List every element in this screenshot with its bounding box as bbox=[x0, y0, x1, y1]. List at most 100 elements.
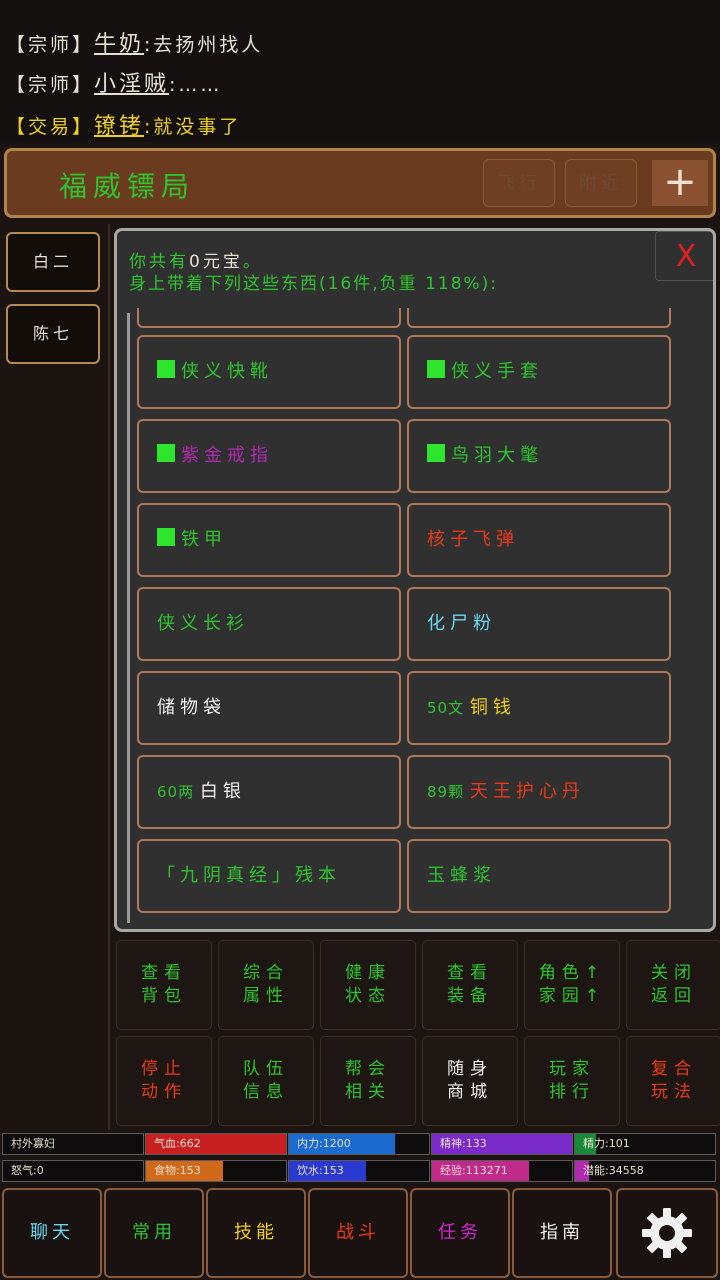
inventory-summary: 身上带着下列这些东西(16件,负重 118%): bbox=[129, 274, 499, 294]
inventory-item[interactable]: 储物袋 bbox=[137, 671, 401, 745]
action-button[interactable]: 复合 玩法 bbox=[626, 1036, 720, 1126]
item-name: 白银 bbox=[199, 781, 246, 802]
status-label: 精神:133 bbox=[440, 1137, 487, 1150]
npc-item[interactable]: 白二 bbox=[6, 232, 100, 292]
inventory-item[interactable]: 铁甲 bbox=[137, 503, 401, 577]
equipped-marker-icon bbox=[157, 444, 175, 462]
item-name: 玉蜂浆 bbox=[427, 865, 496, 886]
equipped-marker-icon bbox=[157, 360, 175, 378]
chat-channel: 【交易】 bbox=[6, 116, 95, 138]
item-name: 铁甲 bbox=[181, 529, 227, 550]
item-partial[interactable] bbox=[407, 308, 671, 328]
inventory-item[interactable]: 侠义长衫 bbox=[137, 587, 401, 661]
nav-button[interactable]: 任务 bbox=[410, 1188, 510, 1278]
inventory-item[interactable]: 50文 铜钱 bbox=[407, 671, 671, 745]
nav-button[interactable]: 常用 bbox=[104, 1188, 204, 1278]
chat-player-name[interactable]: 牛奶 bbox=[94, 32, 144, 57]
status-label: 食物:153 bbox=[154, 1164, 201, 1177]
chat-line[interactable]: 【宗师】牛奶:去扬州找人 bbox=[6, 26, 263, 58]
item-name: 紫金戒指 bbox=[181, 445, 273, 466]
chat-line[interactable]: 【交易】镣铐:就没事了 bbox=[6, 108, 241, 140]
item-name: 铜钱 bbox=[469, 697, 516, 718]
status-bar: 饮水:153 bbox=[288, 1160, 430, 1182]
item-name: 侠义手套 bbox=[451, 361, 543, 382]
status-bar: 潜能:34558 bbox=[574, 1160, 716, 1182]
status-label: 村外寡妇 bbox=[11, 1137, 55, 1150]
status-label: 气血:662 bbox=[154, 1137, 201, 1150]
item-name: 鸟羽大氅 bbox=[451, 445, 543, 466]
fly-button[interactable]: 飞行 bbox=[483, 159, 555, 207]
equipped-marker-icon bbox=[427, 444, 445, 462]
action-button[interactable]: 健康 状态 bbox=[320, 940, 416, 1030]
inventory-item[interactable]: 89颗 天王护心丹 bbox=[407, 755, 671, 829]
status-label: 潜能:34558 bbox=[583, 1164, 644, 1177]
settings-button[interactable] bbox=[616, 1188, 718, 1278]
scrollbar[interactable] bbox=[127, 313, 130, 923]
action-button[interactable]: 角色↑ 家园↑ bbox=[524, 940, 620, 1030]
item-name: 天王护心丹 bbox=[469, 781, 585, 802]
inventory-item[interactable]: 核子飞弹 bbox=[407, 503, 671, 577]
item-name: 侠义快靴 bbox=[181, 361, 273, 382]
status-bar: 食物:153 bbox=[145, 1160, 287, 1182]
status-label: 饮水:153 bbox=[297, 1164, 344, 1177]
inventory-dialog: 你共有0元宝。 身上带着下列这些东西(16件,负重 118%): X 侠义快靴侠… bbox=[114, 228, 716, 932]
nav-button[interactable]: 战斗 bbox=[308, 1188, 408, 1278]
action-button[interactable]: 停止 动作 bbox=[116, 1036, 212, 1126]
nav-button[interactable]: 技能 bbox=[206, 1188, 306, 1278]
inventory-item[interactable]: 60两 白银 bbox=[137, 755, 401, 829]
status-bar: 内力:1200 bbox=[288, 1133, 430, 1155]
nearby-button[interactable]: 附近 bbox=[565, 159, 637, 207]
inventory-item[interactable]: 化尸粉 bbox=[407, 587, 671, 661]
status-bar: 气血:662 bbox=[145, 1133, 287, 1155]
location-bar: 福威镖局 飞行 附近 + bbox=[4, 148, 716, 218]
item-name: 「九阴真经」残本 bbox=[157, 865, 341, 886]
equipped-marker-icon bbox=[427, 360, 445, 378]
action-button[interactable]: 查看 装备 bbox=[422, 940, 518, 1030]
item-partial[interactable] bbox=[137, 308, 401, 328]
gear-icon bbox=[642, 1208, 692, 1258]
status-bar: 怒气:0 bbox=[2, 1160, 144, 1182]
action-button[interactable]: 关闭 返回 bbox=[626, 940, 720, 1030]
status-bar: 精神:133 bbox=[431, 1133, 573, 1155]
action-button[interactable]: 随身 商城 bbox=[422, 1036, 518, 1126]
status-label: 内力:1200 bbox=[297, 1137, 351, 1150]
nav-button[interactable]: 指南 bbox=[512, 1188, 612, 1278]
item-quantity: 50文 bbox=[427, 699, 470, 717]
inventory-item[interactable]: 紫金戒指 bbox=[137, 419, 401, 493]
inventory-item[interactable]: 鸟羽大氅 bbox=[407, 419, 671, 493]
item-name: 化尸粉 bbox=[427, 613, 496, 634]
chat-message: :去扬州找人 bbox=[144, 34, 264, 56]
chat-panel[interactable]: 【宗师】牛奶:去扬州找人 【宗师】小淫贼:…… 【交易】镣铐:就没事了 bbox=[0, 0, 720, 142]
action-button[interactable]: 玩家 排行 bbox=[524, 1036, 620, 1126]
status-bar: 村外寡妇 bbox=[2, 1133, 144, 1155]
chat-channel: 【宗师】 bbox=[6, 74, 95, 96]
plus-button[interactable]: + bbox=[652, 160, 708, 206]
inventory-item[interactable]: 侠义手套 bbox=[407, 335, 671, 409]
location-title: 福威镖局 bbox=[59, 170, 196, 203]
npc-item[interactable]: 陈七 bbox=[6, 304, 100, 364]
chat-channel: 【宗师】 bbox=[6, 34, 95, 56]
item-quantity: 89颗 bbox=[427, 783, 470, 801]
status-label: 经验:113271 bbox=[440, 1164, 508, 1177]
action-button[interactable]: 帮会 相关 bbox=[320, 1036, 416, 1126]
inventory-item[interactable]: 玉蜂浆 bbox=[407, 839, 671, 913]
chat-player-name[interactable]: 小淫贼 bbox=[94, 72, 169, 97]
close-button[interactable]: X bbox=[655, 231, 713, 281]
action-button[interactable]: 综合 属性 bbox=[218, 940, 314, 1030]
status-bar: 经验:113271 bbox=[431, 1160, 573, 1182]
status-label: 精力:101 bbox=[583, 1137, 630, 1150]
chat-message: :就没事了 bbox=[144, 116, 242, 138]
nav-button[interactable]: 聊天 bbox=[2, 1188, 102, 1278]
chat-line[interactable]: 【宗师】小淫贼:…… bbox=[6, 66, 222, 98]
item-quantity: 60两 bbox=[157, 783, 200, 801]
inventory-item[interactable]: 「九阴真经」残本 bbox=[137, 839, 401, 913]
chat-message: :…… bbox=[169, 74, 223, 96]
action-panel: 查看 背包 综合 属性 健康 状态 查看 装备 角色↑ 家园↑ 关闭 返回停止 动作 队伍 … bbox=[110, 936, 720, 1130]
action-button[interactable]: 查看 背包 bbox=[116, 940, 212, 1030]
action-button[interactable]: 队伍 信息 bbox=[218, 1036, 314, 1126]
item-name: 储物袋 bbox=[157, 697, 226, 718]
npc-list: 白二 陈七 bbox=[0, 224, 110, 1130]
chat-player-name[interactable]: 镣铐 bbox=[94, 114, 144, 139]
inventory-item[interactable]: 侠义快靴 bbox=[137, 335, 401, 409]
equipped-marker-icon bbox=[157, 528, 175, 546]
